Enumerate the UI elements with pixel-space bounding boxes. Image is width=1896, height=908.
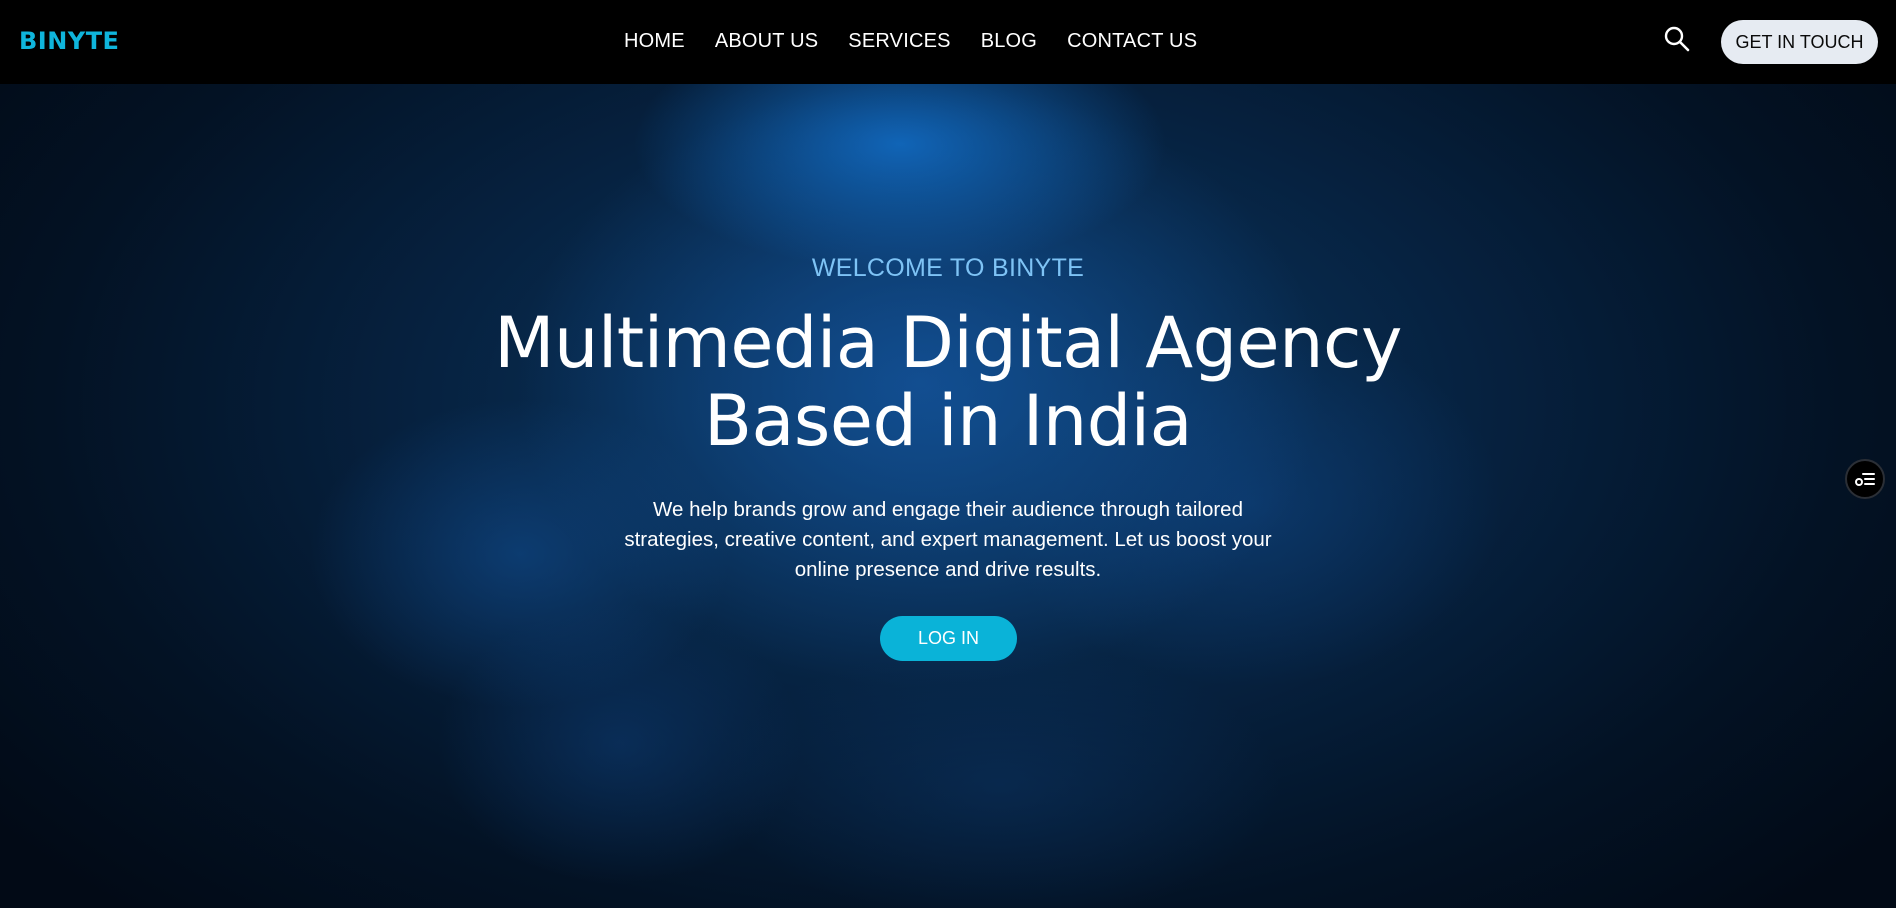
hero-headline-line-2: Based in India xyxy=(704,380,1193,462)
nav-item-blog[interactable]: BLOG xyxy=(981,30,1037,53)
get-in-touch-button[interactable]: GET IN TOUCH xyxy=(1721,20,1878,64)
hero-headline-line-1: Multimedia Digital Agency xyxy=(494,302,1402,384)
nav-item-home[interactable]: HOME xyxy=(624,30,685,53)
main-nav: HOME ABOUT US SERVICES BLOG CONTACT US xyxy=(624,30,1197,53)
top-navigation-bar: BINYTE HOME ABOUT US SERVICES BLOG CONTA… xyxy=(0,0,1896,84)
hero-eyebrow: WELCOME TO BINYTE xyxy=(811,254,1085,282)
hero-section: WELCOME TO BINYTE Multimedia Digital Age… xyxy=(0,84,1896,908)
nav-item-contact-us[interactable]: CONTACT US xyxy=(1067,30,1197,53)
settings-list-icon[interactable] xyxy=(1845,459,1885,499)
hero-headline: Multimedia Digital Agency Based in India xyxy=(0,304,1896,460)
nav-item-services[interactable]: SERVICES xyxy=(848,30,950,53)
hero-description: We help brands grow and engage their aud… xyxy=(624,498,1272,581)
search-icon[interactable] xyxy=(1662,24,1692,54)
log-in-button[interactable]: LOG IN xyxy=(880,616,1017,661)
brand-logo[interactable]: BINYTE xyxy=(19,27,119,55)
nav-item-about-us[interactable]: ABOUT US xyxy=(715,30,818,53)
